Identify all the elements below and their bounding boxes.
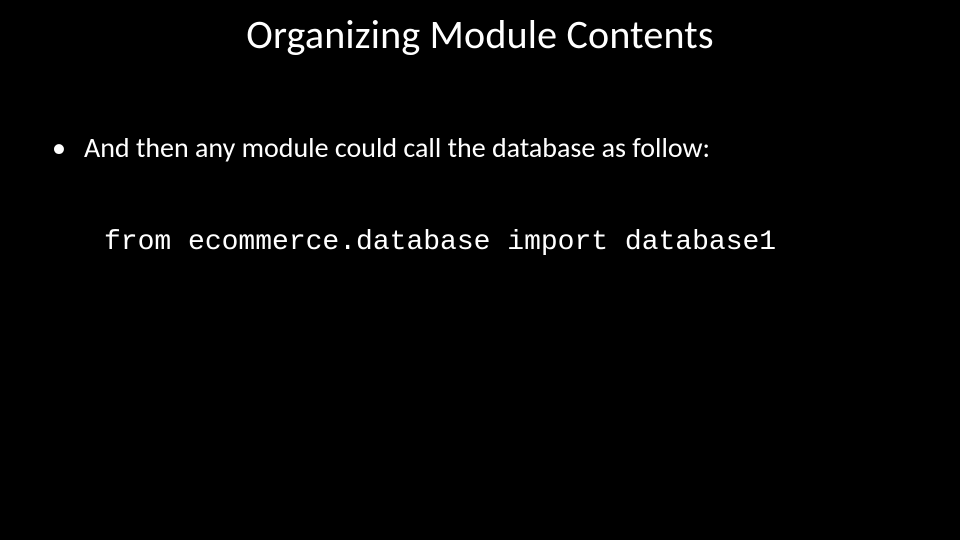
slide-title: Organizing Module Contents <box>0 10 960 59</box>
code-line: from ecommerce.database import database1 <box>104 227 912 258</box>
slide: Organizing Module Contents • And then an… <box>0 0 960 540</box>
bullet-text: And then any module could call the datab… <box>84 130 912 165</box>
slide-body: • And then any module could call the dat… <box>48 130 912 258</box>
bullet-item: • And then any module could call the dat… <box>48 130 912 165</box>
bullet-marker: • <box>48 130 84 165</box>
